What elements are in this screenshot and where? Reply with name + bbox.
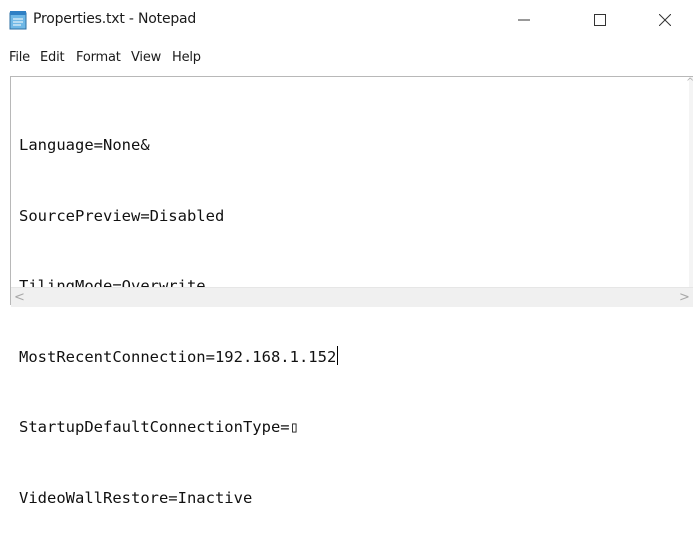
text-caret (337, 345, 339, 365)
notepad-icon (9, 10, 28, 30)
menu-help[interactable]: Help (172, 50, 201, 65)
scroll-left-icon[interactable]: < (14, 290, 25, 305)
maximize-button[interactable] (572, 0, 628, 40)
title-bar[interactable]: Properties.txt - Notepad (0, 0, 693, 40)
text-line: Language=None& (19, 136, 150, 154)
scroll-up-icon[interactable]: ^ (686, 77, 693, 88)
text-editor[interactable]: Language=None& SourcePreview=Disabled Ti… (10, 76, 693, 507)
horizontal-scrollbar[interactable]: < > (11, 287, 693, 307)
editor-text-area[interactable]: Language=None& SourcePreview=Disabled Ti… (19, 87, 339, 557)
text-line: SourcePreview=Disabled (19, 206, 225, 225)
close-button[interactable] (637, 0, 693, 40)
minimize-button[interactable] (496, 0, 552, 40)
menu-edit[interactable]: Edit (40, 50, 65, 65)
vertical-scrollbar[interactable]: ^ (686, 77, 693, 287)
minimize-icon (518, 19, 530, 21)
text-line: StartupDefaultConnectionType=▯ (19, 418, 299, 436)
menu-view[interactable]: View (131, 50, 161, 65)
menu-file[interactable]: File (9, 50, 30, 65)
text-line: VideoWallRestore=Inactive (19, 488, 253, 507)
window-title: Properties.txt - Notepad (33, 11, 197, 27)
menu-format[interactable]: Format (76, 50, 121, 65)
menu-bar: File Edit Format View Help (0, 48, 693, 70)
scroll-right-icon[interactable]: > (679, 290, 690, 305)
text-line-with-caret: MostRecentConnection=192.168.1.152 (19, 345, 339, 370)
text-line: MostRecentConnection=192.168.1.152 (19, 347, 337, 366)
maximize-icon (594, 14, 606, 26)
close-icon (659, 14, 671, 26)
